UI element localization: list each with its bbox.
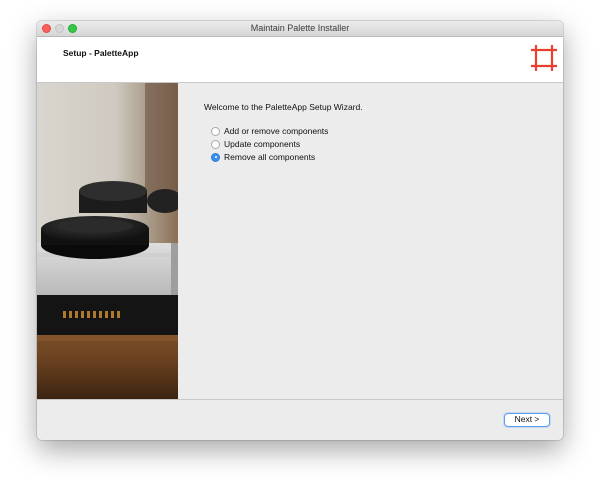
installer-window: Maintain Palette Installer Setup - Palet… xyxy=(37,21,563,440)
option-add-remove-components[interactable]: Add or remove components xyxy=(211,125,328,137)
wizard-content: Welcome to the PaletteApp Setup Wizard. … xyxy=(178,83,563,399)
option-label: Update components xyxy=(224,139,301,149)
radio-button[interactable] xyxy=(211,139,220,149)
option-update-components[interactable]: Update components xyxy=(211,138,300,150)
title-bar[interactable]: Maintain Palette Installer xyxy=(37,21,563,37)
option-label: Add or remove components xyxy=(224,126,329,136)
palette-frame-icon xyxy=(531,45,557,71)
wizard-footer: Next > xyxy=(37,399,563,440)
option-label: Remove all components xyxy=(224,152,316,162)
radio-button-selected[interactable] xyxy=(211,152,220,162)
window-title: Maintain Palette Installer xyxy=(250,23,350,33)
option-remove-all-components[interactable]: Remove all components xyxy=(211,151,315,163)
next-button[interactable]: Next > xyxy=(504,413,550,427)
synth-knob-photo xyxy=(37,83,178,399)
page-title: Setup - PaletteApp xyxy=(63,48,139,58)
wizard-header: Setup - PaletteApp xyxy=(37,37,563,83)
welcome-text: Welcome to the PaletteApp Setup Wizard. xyxy=(204,102,363,112)
wizard-side-image xyxy=(37,83,178,399)
radio-button[interactable] xyxy=(211,126,220,136)
